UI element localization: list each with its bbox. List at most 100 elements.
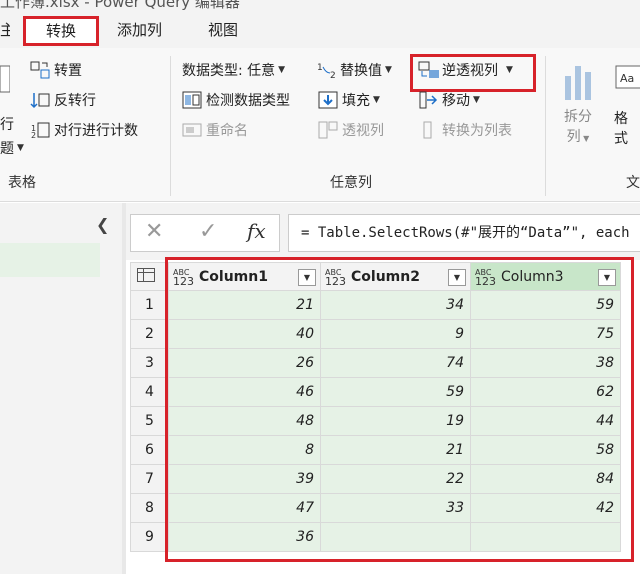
column-name: Column2 [351,268,420,285]
table-icon [137,267,155,282]
cell-column3[interactable]: 62 [470,377,621,407]
tab-home[interactable]: 主 [0,16,10,46]
cell-column3[interactable]: 44 [470,406,621,436]
cell-column3[interactable]: 38 [470,348,621,378]
detect-type-icon [182,91,202,109]
cell-column1[interactable]: 46 [168,377,321,407]
detect-data-type-button[interactable]: 检测数据类型 [182,88,290,112]
cell-column3[interactable]: 75 [470,319,621,349]
pivot-column-button[interactable]: 透视列 [318,118,384,142]
cell-column2[interactable]: 22 [320,464,471,494]
cell-column2[interactable]: 33 [320,493,471,523]
any-type-icon[interactable]: ABC 123 [173,268,199,287]
reverse-rows-icon [30,91,50,109]
formula-input[interactable]: = Table.SelectRows(#"展开的“Data”", each [288,214,640,252]
tab-transform[interactable]: 转换 [23,16,99,46]
table-row: 3 26 74 38 [130,348,621,378]
use-first-row-fragment-bottom[interactable]: 题 ▼ [0,136,24,160]
cell-column2[interactable] [320,522,471,552]
data-type-label: 数据类型: 任意 [182,63,276,79]
reverse-rows-button[interactable]: 反转行 [30,88,96,112]
use-first-row-fragment[interactable]: 行 [0,112,14,136]
cell-column2[interactable]: 9 [320,319,471,349]
split-column-button[interactable]: 拆分 列 ▼ [558,62,598,158]
format-button[interactable]: Aa 格 式 [614,62,640,158]
tab-add-column[interactable]: 添加列 [117,16,162,46]
cell-column3[interactable]: 59 [470,290,621,320]
cell-column1[interactable]: 21 [168,290,321,320]
filter-dropdown-icon[interactable]: ▼ [448,268,466,286]
row-number[interactable]: 4 [130,377,169,407]
cancel-icon[interactable]: ✕ [145,219,163,244]
transpose-label: 转置 [54,63,82,79]
split-column-icon [565,66,591,100]
cell-column2[interactable]: 21 [320,435,471,465]
ribbon: 行 题 ▼ 转置 反转行 12 对行进行计数 表格 数据类型: 任意 ▼ 检测数… [0,48,640,202]
confirm-icon[interactable]: ✓ [199,219,217,244]
row-number[interactable]: 6 [130,435,169,465]
count-rows-label: 对行进行计数 [54,123,138,139]
cell-column3[interactable]: 58 [470,435,621,465]
row-number[interactable]: 8 [130,493,169,523]
cell-column3[interactable]: 84 [470,464,621,494]
table-row: 4 46 59 62 [130,377,621,407]
svg-text:2: 2 [330,71,336,79]
column-header-1[interactable]: ABC 123 Column1 ▼ [168,262,321,291]
cell-column1[interactable]: 39 [168,464,321,494]
row-number[interactable]: 5 [130,406,169,436]
cell-column2[interactable]: 34 [320,290,471,320]
cell-column1[interactable]: 26 [168,348,321,378]
convert-to-list-button[interactable]: 转换为列表 [418,118,512,142]
svg-text:2: 2 [31,131,36,139]
row-number[interactable]: 2 [130,319,169,349]
title-bar: 工作簿.xlsx - Power Query 编辑器 [0,0,640,12]
move-dropdown[interactable]: 移动 ▼ [418,88,480,112]
cell-column1[interactable]: 47 [168,493,321,523]
convert-to-list-icon [418,121,438,139]
table-row: 5 48 19 44 [130,406,621,436]
count-rows-button[interactable]: 12 对行进行计数 [30,118,138,142]
cell-column3[interactable] [470,522,621,552]
cell-column2[interactable]: 59 [320,377,471,407]
chevron-down-icon: ▼ [17,143,24,153]
filter-dropdown-icon[interactable]: ▼ [598,268,616,286]
convert-to-list-label: 转换为列表 [442,123,512,139]
cell-column2[interactable]: 19 [320,406,471,436]
pivot-column-label: 透视列 [342,123,384,139]
transpose-button[interactable]: 转置 [30,58,82,82]
ribbon-separator [170,56,171,196]
row-number[interactable]: 3 [130,348,169,378]
cell-column1[interactable]: 36 [168,522,321,552]
selected-query-item[interactable] [0,243,100,277]
format-label-top: 格 [614,111,628,127]
collapse-pane-icon[interactable]: ❮ [96,215,109,234]
move-icon [418,91,438,109]
format-label-bottom: 式 [614,131,628,147]
row-number[interactable]: 7 [130,464,169,494]
fill-dropdown[interactable]: 填充 ▼ [318,88,380,112]
data-type-dropdown[interactable]: 数据类型: 任意 ▼ [182,58,285,82]
rename-icon [182,121,202,139]
any-type-icon[interactable]: ABC 123 [475,268,501,287]
chevron-down-icon: ▼ [473,95,480,105]
tab-view[interactable]: 视图 [208,16,238,46]
column-header-2[interactable]: ABC 123 Column2 ▼ [320,262,471,291]
cell-column1[interactable]: 40 [168,319,321,349]
replace-values-dropdown[interactable]: 12 替换值 ▼ [316,58,392,82]
cell-column1[interactable]: 48 [168,406,321,436]
fx-icon[interactable]: fx [247,219,266,243]
row-number[interactable]: 9 [130,522,169,552]
window-title: 工作簿.xlsx - Power Query 编辑器 [0,0,240,11]
cell-column3[interactable]: 42 [470,493,621,523]
cell-column1[interactable]: 8 [168,435,321,465]
left-partial-button-icon[interactable] [0,62,10,96]
filter-applied-icon[interactable]: ▼ [298,268,316,286]
column-header-3[interactable]: ABC 123 Column3 ▼ [470,262,621,291]
any-type-icon[interactable]: ABC 123 [325,268,351,287]
cell-column2[interactable]: 74 [320,348,471,378]
move-label: 移动 [442,93,470,109]
row-number[interactable]: 1 [130,290,169,320]
table-corner[interactable] [130,262,169,291]
replace-values-label: 替换值 [340,63,382,79]
rename-button[interactable]: 重命名 [182,118,248,142]
